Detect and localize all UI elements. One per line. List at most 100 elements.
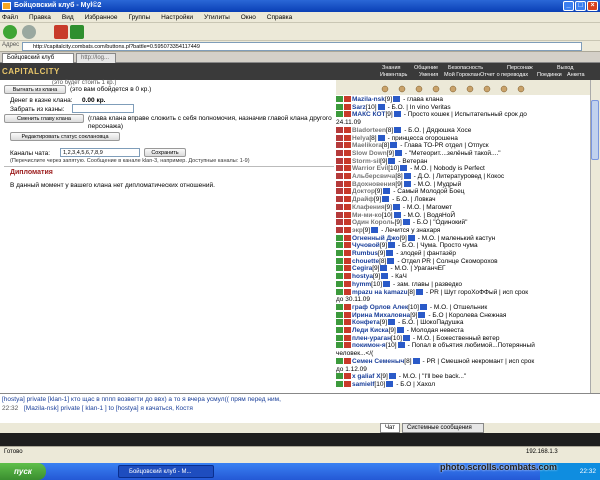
stop-icon[interactable] [54, 25, 68, 39]
clan-badge-icon [344, 250, 351, 256]
tab-chat[interactable]: Чат [380, 423, 400, 433]
kick-from-clan-button[interactable]: Выгнать из клана [4, 85, 66, 94]
clan-badge-icon [344, 165, 351, 172]
info-icon[interactable] [397, 342, 405, 349]
maximize-button[interactable]: □ [575, 1, 586, 11]
nav-character[interactable]: Персонаж [507, 65, 533, 72]
back-icon[interactable] [3, 25, 17, 39]
save-channels-button[interactable]: Сохранить [144, 148, 186, 157]
info-icon[interactable] [393, 111, 401, 118]
info-icon[interactable] [418, 311, 426, 318]
nav-knowledge[interactable]: Знания [382, 65, 401, 72]
info-icon[interactable] [386, 250, 394, 256]
clan-badge-icon [344, 219, 351, 226]
info-icon[interactable] [381, 273, 389, 280]
info-icon[interactable] [388, 157, 396, 164]
info-icon[interactable] [412, 357, 420, 364]
nav-transfers[interactable]: Отчет о переводах [480, 72, 528, 79]
info-icon[interactable] [390, 142, 398, 149]
clan-badge-icon [344, 357, 351, 364]
scrollbar-thumb[interactable] [591, 100, 599, 160]
info-icon[interactable] [402, 334, 410, 341]
diplomacy-section [4, 166, 334, 364]
nav-security[interactable]: Безопасность [448, 65, 483, 72]
clan-badge-icon [344, 157, 351, 164]
status-icon [336, 111, 343, 118]
info-icon[interactable] [371, 226, 379, 233]
status-icon [336, 165, 343, 172]
menu-view[interactable]: Вид [62, 14, 74, 21]
clan-members-list: Mazila-nsk[9] - глава клана Sarz[10] - Б.О.… [336, 95, 590, 393]
start-button[interactable]: пуск [0, 463, 46, 480]
menu-edit[interactable]: Правка [29, 14, 51, 21]
info-icon[interactable] [383, 280, 390, 287]
nav-communication[interactable]: Общение [414, 65, 438, 72]
close-button[interactable]: × [587, 1, 598, 11]
member-nick[interactable]: samielf [352, 381, 374, 388]
menu-groups[interactable]: Группы [128, 14, 150, 21]
info-icon[interactable] [419, 303, 427, 310]
status-icon [336, 311, 343, 318]
info-icon[interactable] [396, 327, 404, 333]
status-icon [336, 373, 343, 380]
menu-tools[interactable]: Утилиты [204, 14, 230, 21]
nav-inventory[interactable]: Инвентарь [380, 72, 407, 79]
status-icon [336, 265, 343, 272]
status-icon [336, 203, 343, 210]
minimize-button[interactable]: _ [563, 1, 574, 11]
info-icon[interactable] [393, 211, 401, 218]
withdraw-amount-input[interactable] [72, 104, 134, 113]
info-icon[interactable] [407, 234, 415, 241]
menu-settings[interactable]: Настройки [161, 14, 193, 21]
tab-fight-club[interactable]: Бойцовский клуб [2, 53, 74, 63]
nav-battles[interactable]: Поединки [537, 72, 562, 79]
menu-help[interactable]: Справка [267, 14, 293, 21]
game-logo: CAPITALCITY [2, 67, 60, 76]
menu-window[interactable]: Окно [241, 14, 256, 21]
info-icon[interactable] [382, 196, 390, 203]
info-icon[interactable] [403, 173, 411, 179]
info-icon[interactable] [387, 257, 395, 264]
tab-log[interactable]: http://log... [76, 53, 116, 63]
clan-badge-icon [344, 103, 351, 110]
info-icon[interactable] [394, 149, 402, 156]
status-icon [336, 219, 343, 226]
info-icon[interactable] [388, 319, 396, 326]
forward-icon[interactable] [22, 25, 36, 39]
info-icon[interactable] [415, 288, 423, 295]
channel-icons[interactable] [340, 81, 590, 95]
info-icon[interactable] [400, 165, 408, 172]
change-head-note: (глава клана вправе сложить с себя полно… [88, 115, 332, 130]
menu-file[interactable]: Файл [2, 14, 18, 21]
status-icon [336, 380, 343, 387]
info-icon[interactable] [377, 134, 385, 141]
clan-badge-icon [344, 149, 351, 156]
info-icon[interactable] [393, 96, 401, 102]
clan-badge-icon [344, 257, 351, 264]
diplomacy-title: Дипломатия [10, 169, 53, 176]
status-icon [336, 327, 343, 333]
tab-system-messages[interactable]: Системные сообщения [402, 423, 484, 433]
info-icon[interactable] [402, 219, 410, 226]
info-icon[interactable] [394, 126, 402, 133]
chat-tabs: Чат Системные сообщения [380, 423, 590, 433]
nav-my-clan[interactable]: Мой Гороклан [444, 72, 480, 79]
info-icon[interactable] [377, 103, 385, 110]
info-icon[interactable] [386, 380, 394, 387]
menu-favorites[interactable]: Избранное [85, 14, 118, 21]
chat-channels-input[interactable]: 1,2,3,4,5,6,7,8,9 [60, 148, 140, 157]
address-input[interactable]: http://capitalcity.combats.com/buttons.p… [22, 42, 582, 51]
info-icon[interactable] [388, 373, 396, 380]
refresh-icon[interactable] [70, 25, 84, 39]
nav-profile[interactable]: Анкета [567, 72, 585, 79]
info-icon[interactable] [392, 203, 400, 210]
info-icon[interactable] [380, 265, 388, 272]
taskbar-window-item[interactable]: Бойцовский клуб - М... [118, 465, 214, 478]
change-clan-head-button[interactable]: Сменить главу клана [4, 114, 84, 123]
info-icon[interactable] [388, 242, 396, 249]
edit-member-status-button[interactable]: Редактировать статус соклановца [10, 132, 120, 141]
info-icon[interactable] [403, 180, 411, 187]
info-icon[interactable] [383, 188, 391, 195]
nav-skills[interactable]: Умения [419, 72, 438, 79]
nav-exit[interactable]: Выход [557, 65, 573, 72]
